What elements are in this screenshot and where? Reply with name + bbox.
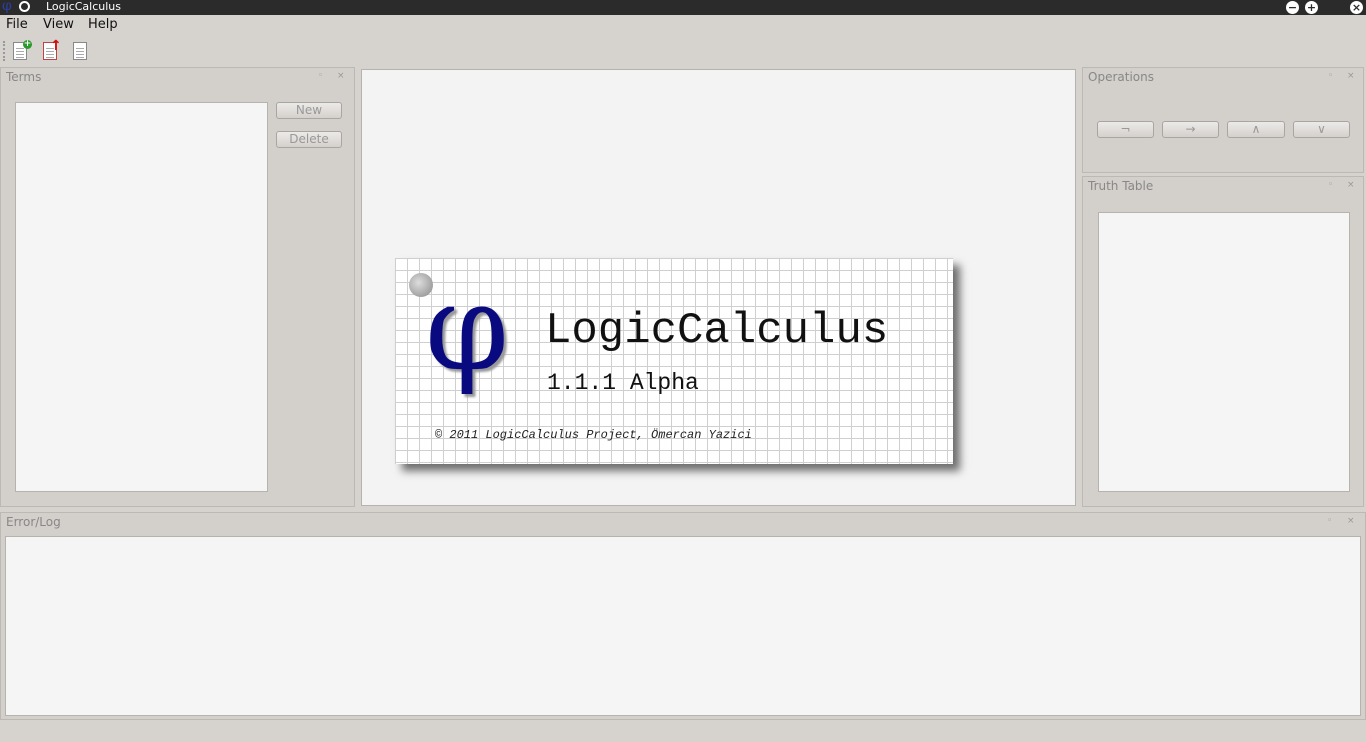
window-title: LogicCalculus bbox=[46, 0, 122, 13]
operations-dock: Operations ◦ × ¬ → ∧ ∨ bbox=[1082, 67, 1364, 173]
terms-dock: Terms ◦ × New Delete bbox=[0, 67, 355, 507]
status-bar bbox=[0, 720, 1366, 742]
export-document-icon[interactable]: ↑ bbox=[40, 39, 62, 62]
menu-help[interactable]: Help bbox=[88, 17, 118, 32]
delete-term-button[interactable]: Delete bbox=[276, 131, 342, 148]
toolbar: + ↑ bbox=[0, 35, 1366, 67]
truth-table-title: Truth Table bbox=[1088, 179, 1154, 193]
negation-button[interactable]: ¬ bbox=[1097, 121, 1154, 138]
terms-list[interactable] bbox=[15, 102, 268, 492]
float-icon[interactable]: ◦ bbox=[1328, 71, 1333, 81]
window-titlebar: φ LogicCalculus − + × bbox=[0, 0, 1366, 15]
new-document-icon[interactable]: + bbox=[10, 40, 32, 62]
close-window-icon[interactable]: × bbox=[1350, 1, 1363, 14]
close-icon[interactable]: × bbox=[1347, 180, 1355, 190]
splash-copyright: © 2011 LogicCalculus Project, Ömercan Ya… bbox=[435, 428, 752, 442]
disjunction-button[interactable]: ∨ bbox=[1293, 121, 1350, 138]
operations-title: Operations bbox=[1088, 70, 1154, 84]
float-icon[interactable]: ◦ bbox=[318, 71, 323, 81]
menu-bar: File View Help bbox=[0, 15, 1366, 35]
menu-file[interactable]: File bbox=[6, 17, 28, 32]
truth-table-dock: Truth Table ◦ × bbox=[1082, 176, 1364, 507]
error-log-dock: Error/Log ◦ × bbox=[0, 512, 1366, 720]
float-icon[interactable]: ◦ bbox=[1328, 180, 1333, 190]
menu-view[interactable]: View bbox=[43, 17, 74, 32]
close-icon[interactable]: × bbox=[337, 71, 345, 81]
maximize-icon[interactable]: + bbox=[1305, 1, 1318, 14]
app-phi-icon[interactable]: φ bbox=[2, 0, 12, 14]
minimize-icon[interactable]: − bbox=[1286, 1, 1299, 14]
new-term-button[interactable]: New bbox=[276, 102, 342, 119]
conjunction-button[interactable]: ∧ bbox=[1227, 121, 1285, 138]
splash-version: 1.1.1 Alpha bbox=[547, 370, 699, 396]
close-icon[interactable]: × bbox=[1347, 516, 1355, 526]
implication-button[interactable]: → bbox=[1162, 121, 1219, 138]
window-menu-circle-icon[interactable] bbox=[19, 1, 30, 12]
blank-document-icon[interactable] bbox=[70, 40, 92, 62]
splash-app-name: LogicCalculus bbox=[545, 306, 889, 356]
truth-table-view[interactable] bbox=[1098, 212, 1350, 492]
phi-logo-icon: φ bbox=[425, 259, 510, 398]
float-icon[interactable]: ◦ bbox=[1327, 516, 1332, 526]
error-log-title: Error/Log bbox=[6, 515, 61, 529]
terms-title: Terms bbox=[6, 70, 42, 84]
toolbar-grip[interactable] bbox=[3, 41, 8, 61]
error-log-view[interactable] bbox=[5, 536, 1361, 716]
close-icon[interactable]: × bbox=[1347, 71, 1355, 81]
splash-card: φ LogicCalculus 1.1.1 Alpha © 2011 Logic… bbox=[395, 258, 953, 464]
